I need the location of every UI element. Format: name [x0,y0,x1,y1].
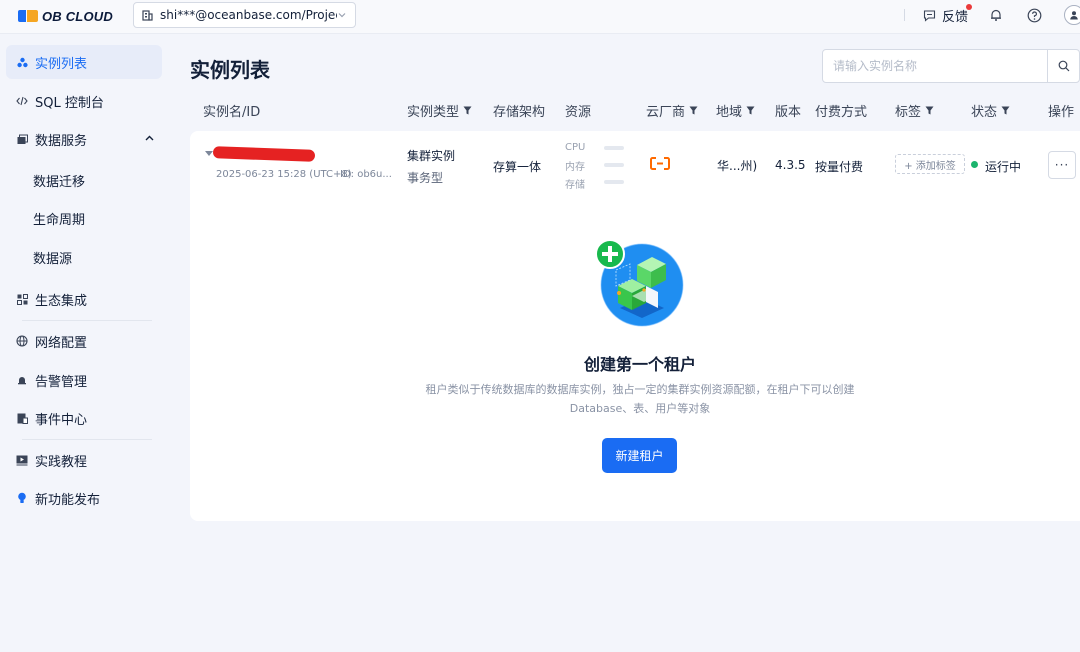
filter-icon[interactable] [925,106,934,115]
column-header-label: 实例类型 [407,105,460,120]
logo[interactable]: OB CLOUD [18,7,113,25]
sidebar-divider [22,320,152,321]
sidebar-item-lifecycle[interactable]: 生命周期 [6,201,162,235]
page-title: 实例列表 [190,58,270,82]
resource-cpu-label: CPU [565,142,586,153]
column-header-storage: 存储架构 [493,105,546,120]
top-bar: OB CLOUD shi***@oceanbase.com/Projec... … [0,0,1080,34]
data-service-icon [16,133,28,145]
instance-id[interactable]: ID: ob6u... [340,169,392,180]
instance-billing: 按量付费 [815,160,864,174]
sidebar-item-label: 生态集成 [35,293,88,309]
filter-icon[interactable] [689,106,698,115]
sidebar-item-data-service[interactable]: 数据服务 [6,122,162,156]
instance-created-at: 2025-06-23 15:28 (UTC+8) [216,169,352,180]
search-icon [1058,60,1069,72]
column-header-label: 云厂商 [646,105,686,120]
column-header-actions: 操作 [1048,105,1075,120]
instance-type: 集群实例 [407,149,456,163]
sidebar-item-label: 数据源 [33,251,73,267]
sidebar-item-ecosystem[interactable]: 生态集成 [6,282,162,316]
resource-cpu-bar [604,146,624,150]
create-tenant-button[interactable]: 新建租户 [602,438,677,473]
aliyun-logo-icon [650,157,670,170]
instance-icon [16,56,28,68]
column-header-label: 状态 [971,105,998,120]
empty-state-desc-line1: 租户类似于传统数据库的数据库实例，独占一定的集群实例资源配额，在租户下可以创建 [425,383,855,396]
bulb-icon [16,492,28,504]
tutorial-icon [16,454,28,466]
add-tag-button[interactable]: + 添加标签 [895,154,965,174]
column-header-label: 地域 [716,105,743,120]
sidebar-item-label: 网络配置 [35,335,88,351]
project-selector[interactable]: shi***@oceanbase.com/Projec... [133,2,356,28]
sidebar-item-instances[interactable]: 实例列表 [6,45,162,79]
column-header-region[interactable]: 地域 [716,101,755,120]
create-tenant-illustration [595,239,684,327]
sidebar-item-label: 数据服务 [35,133,88,149]
instance-region: 华...州) [717,159,758,173]
ecosystem-icon [16,293,28,305]
column-header-status[interactable]: 状态 [971,101,1010,120]
help-icon[interactable] [1026,7,1042,23]
chevron-up-icon[interactable] [145,135,154,141]
sidebar-item-label: 实践教程 [35,454,88,470]
search-button[interactable] [1047,50,1079,82]
sidebar-item-data-source[interactable]: 数据源 [6,240,162,274]
top-divider [903,9,905,21]
resource-memory-label: 内存 [565,162,585,173]
sidebar-item-new-features[interactable]: 新功能发布 [6,481,162,515]
empty-state-desc-line2: Database、表、用户等对象 [569,402,711,415]
resource-storage-label: 存储 [565,180,585,191]
instance-version: 4.3.5 [775,158,806,172]
feedback-label: 反馈 [941,9,968,25]
filter-icon[interactable] [1001,106,1010,115]
column-header-type[interactable]: 实例类型 [407,101,472,120]
column-header-billing: 付费方式 [815,105,868,120]
column-header-resources: 资源 [565,105,592,120]
column-header-name: 实例名/ID [203,105,261,120]
sidebar-item-label: 新功能发布 [35,492,101,508]
expand-row-icon[interactable] [205,151,213,156]
filter-icon[interactable] [746,106,755,115]
column-header-version: 版本 [775,105,802,120]
logo-text: OB CLOUD [42,8,113,24]
building-icon [142,9,153,21]
sidebar-item-tutorial[interactable]: 实践教程 [6,443,162,477]
chevron-down-icon [338,13,346,18]
user-avatar-icon[interactable] [1064,5,1080,25]
instance-status: 运行中 [985,160,1022,174]
instance-subtype: 事务型 [407,171,444,185]
search-box [822,49,1080,83]
sidebar-item-label: 实例列表 [35,56,88,72]
search-input[interactable] [823,50,1047,82]
sidebar-item-label: 数据迁移 [33,174,86,190]
notification-dot [966,3,972,10]
more-actions-button[interactable]: ··· [1048,151,1076,179]
project-selector-label: shi***@oceanbase.com/Projec... [160,8,337,22]
empty-state-title: 创建第一个租户 [583,355,696,374]
sidebar: 实例列表 SQL 控制台 数据服务 数据迁移 生命周期 数据源 生态集成 网络配… [0,34,175,652]
table-header: 实例名/ID 实例类型 存储架构 资源 云厂商 地域 版本 付费方式 标签 状态… [0,101,1080,121]
resource-memory-bar [604,163,624,167]
bell-icon[interactable] [988,7,1004,23]
feedback-icon [923,9,936,22]
column-header-cloud[interactable]: 云厂商 [646,101,698,120]
sidebar-divider [22,439,152,440]
status-running-dot [971,161,978,168]
sidebar-item-label: 生命周期 [33,212,86,228]
column-header-label: 标签 [895,105,922,120]
resource-storage-bar [604,180,624,184]
network-icon [16,335,28,347]
storage-architecture: 存算一体 [493,160,542,174]
feedback-button[interactable]: 反馈 [923,3,972,25]
logo-mark-icon [18,10,38,22]
filter-icon[interactable] [463,106,472,115]
sidebar-item-data-migration[interactable]: 数据迁移 [6,163,162,197]
column-header-tags[interactable]: 标签 [895,101,934,120]
